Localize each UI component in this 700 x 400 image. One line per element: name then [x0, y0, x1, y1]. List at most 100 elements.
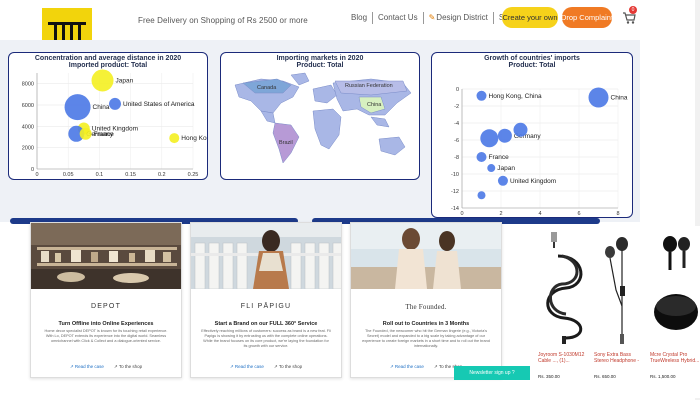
depot-store-image: [31, 223, 181, 289]
map-label-canada: Canada: [257, 85, 277, 91]
growth-scatter-plot: 0-2-4-6-8-10-12-140 2 4 6 8Hong Kong, China C…: [451, 87, 628, 217]
product-price: Rs. 1,500.00: [650, 374, 676, 379]
map-central-america: [260, 110, 276, 124]
map-africa: [312, 108, 342, 150]
product-card-headphone[interactable]: Sony Extra Bass Stereo Headphone - Black…: [592, 226, 646, 398]
pen-icon: ✎: [428, 13, 436, 22]
y-tick-label: 0: [456, 87, 459, 93]
data-label: Japan: [497, 165, 515, 172]
x-tick-label: 6: [577, 211, 580, 217]
data-point[interactable]: [477, 191, 486, 200]
product-card-cable[interactable]: Joyroom S-1030M12 Cable ..., (1)... Rs. …: [536, 226, 590, 398]
read-case-link[interactable]: ↗ Read the case: [390, 364, 424, 370]
y-tick-label: 0: [31, 167, 34, 173]
nav-design-district[interactable]: ✎Design District: [424, 12, 494, 24]
world-map: Canada Russian Federation China Brazil: [234, 72, 412, 164]
data-point[interactable]: [64, 94, 91, 121]
data-point[interactable]: [497, 128, 512, 143]
case-card-fli-papigu: FLI PĀPIGU Start a Brand on our FULL 360…: [190, 222, 342, 378]
data-point[interactable]: [588, 87, 609, 108]
data-point[interactable]: [476, 152, 487, 162]
chart-importing-markets: Importing markets in 2020 Product: Total: [220, 52, 420, 180]
x-tick-label: 0.2: [158, 172, 166, 178]
card-links: ↗ Read the case ↗ To the shop: [191, 364, 341, 370]
x-tick-label: 0: [460, 211, 463, 217]
y-tick-label: -8: [454, 155, 459, 161]
y-tick-label: -12: [451, 189, 459, 195]
y-tick-label: -2: [454, 104, 459, 110]
data-point[interactable]: [513, 122, 528, 137]
y-tick-label: -10: [451, 172, 459, 178]
product-name[interactable]: Sony Extra Bass Stereo Headphone - Black…: [594, 352, 646, 364]
product-name[interactable]: Joyroom S-1030M12 Cable ..., (1)...: [538, 352, 590, 364]
y-tick-label: 8000: [22, 82, 34, 88]
data-label: Japan: [116, 77, 134, 84]
card-tagline: Start a Brand on our FULL 360° Service: [214, 321, 318, 327]
data-point[interactable]: [480, 129, 499, 148]
cart-count-badge: 0: [629, 6, 637, 14]
newsletter-signup-button[interactable]: Newsletter sign up ?: [454, 366, 530, 380]
read-case-link[interactable]: ↗ Read the case: [70, 364, 104, 370]
nav-contact-us[interactable]: Contact Us: [373, 12, 424, 24]
y-tick-label: 6000: [22, 103, 34, 109]
x-tick-label: 4: [538, 211, 541, 217]
x-tick-label: 8: [616, 211, 619, 217]
read-case-link[interactable]: ↗ Read the case: [230, 364, 264, 370]
data-point[interactable]: [109, 97, 121, 110]
card-tagline: Roll out to Countries in 3 Months: [382, 321, 470, 327]
y-tick-label: -4: [454, 121, 459, 127]
y-tick-label: 4000: [22, 124, 34, 130]
data-label: Hong Kong, China: [489, 93, 543, 100]
the-founded-image: [351, 223, 501, 289]
chart-concentration: Concentration and average distance in 20…: [8, 52, 208, 180]
product-card-earbuds[interactable]: Mcre Crystal Pro TrueWireless Hybrid... …: [648, 226, 700, 398]
x-tick-label: 0.05: [63, 172, 74, 178]
data-label: France: [489, 154, 510, 161]
product-price: Rs. 350.00: [538, 374, 560, 379]
usb-cable-image: [546, 232, 583, 344]
drop-complaint-button[interactable]: Drop Complaint: [561, 7, 613, 28]
card-tagline: Turn Offline into Online Experiences: [58, 321, 154, 327]
brand-name-depot: DEPOT: [90, 303, 122, 310]
trade-dashboard: Concentration and average distance in 20…: [0, 40, 640, 224]
case-card-depot: DEPOT Turn Offline into Online Experienc…: [30, 222, 182, 378]
data-point[interactable]: [476, 90, 487, 101]
card-description: Home decor specialist DEPOT is known for…: [44, 329, 168, 343]
map-southeast-asia: [370, 116, 390, 128]
y-tick-label: -6: [454, 138, 459, 144]
data-label: Hong Kong, China: [181, 135, 208, 142]
nav-blog[interactable]: Blog: [346, 12, 374, 24]
data-point[interactable]: [487, 164, 496, 173]
create-your-own-button[interactable]: Create your own: [502, 7, 558, 28]
map-label-russia: Russian Federation: [345, 83, 393, 89]
product-name[interactable]: Mcre Crystal Pro TrueWireless Hybrid...: [650, 352, 700, 364]
site-header: Free Delivery on Shopping of Rs 2500 or …: [0, 0, 700, 46]
map-australia: [378, 136, 406, 156]
free-delivery-banner: Free Delivery on Shopping of Rs 2500 or …: [138, 16, 308, 25]
y-tick-label: -14: [451, 206, 459, 212]
to-shop-link[interactable]: ↗ To the shop: [114, 364, 142, 370]
x-tick-label: 0: [35, 172, 38, 178]
to-shop-link[interactable]: ↗ To the shop: [274, 364, 302, 370]
x-tick-label: 2: [499, 211, 502, 217]
x-tick-label: 0.15: [125, 172, 136, 178]
wireless-earbuds-image: [654, 236, 698, 330]
data-label: United Kingdom: [510, 178, 556, 185]
page: Free Delivery on Shopping of Rs 2500 or …: [0, 0, 700, 400]
data-label: United States of America: [123, 101, 195, 108]
data-label: France: [94, 131, 115, 138]
product-price: Rs. 650.00: [594, 374, 616, 379]
data-label: China: [93, 104, 110, 111]
fli-papigu-image: [191, 223, 341, 289]
x-tick-label: 0.1: [96, 172, 104, 178]
map-label-brazil: Brazil: [279, 140, 293, 146]
data-point[interactable]: [497, 175, 508, 186]
y-tick-label: 2000: [22, 146, 34, 152]
chart-import-growth: Growth of countries' imports Product: To…: [431, 52, 633, 218]
map-greenland: [290, 72, 310, 86]
data-point[interactable]: [169, 133, 180, 144]
data-point[interactable]: [91, 69, 114, 92]
brand-name-fli-papigu: FLI PĀPIGU: [240, 303, 292, 310]
data-point[interactable]: [79, 127, 92, 140]
case-card-the-founded: The Founded. Roll out to Countries in 3 …: [350, 222, 502, 378]
